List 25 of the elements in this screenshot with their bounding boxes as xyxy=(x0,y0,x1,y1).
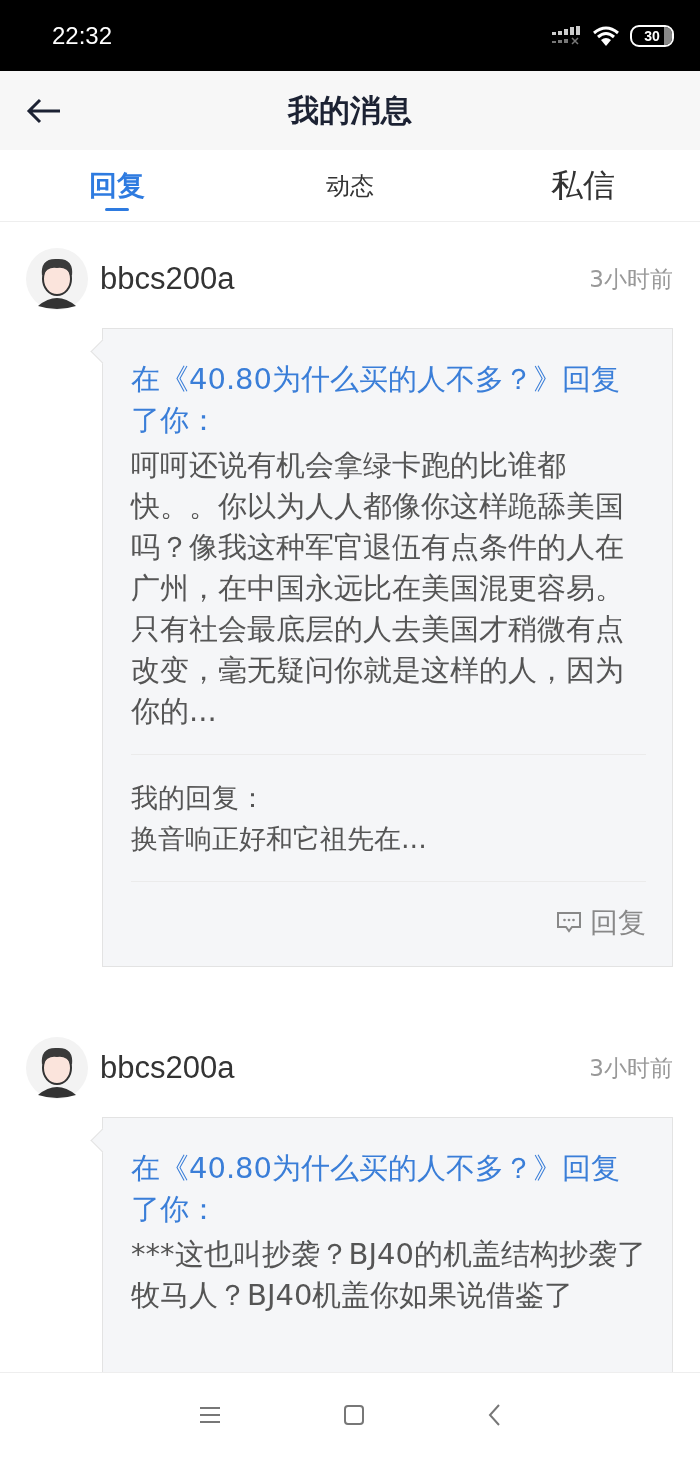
signal-icon xyxy=(552,25,582,46)
avatar[interactable] xyxy=(26,248,88,310)
comment-icon xyxy=(556,911,582,935)
username[interactable]: bbcs200a xyxy=(100,1050,578,1086)
clock: 22:32 xyxy=(52,21,113,50)
page-title: 我的消息 xyxy=(288,90,412,130)
timestamp: 3小时前 xyxy=(589,264,673,294)
username[interactable]: bbcs200a xyxy=(100,261,578,297)
tab[interactable]: 私信 xyxy=(466,150,700,221)
timestamp: 3小时前 xyxy=(589,1053,673,1083)
tab[interactable]: 动态 xyxy=(233,150,467,221)
menu-icon[interactable] xyxy=(199,1406,221,1424)
my-reply-label: 我的回复： xyxy=(131,781,267,815)
my-reply-text: 换音响正好和它祖先在... xyxy=(131,822,428,856)
back-button[interactable] xyxy=(26,97,62,125)
message-text: ***这也叫抄袭？BJ40的机盖结构抄袭了牧马人？BJ40机盖你如果说借鉴了 xyxy=(131,1236,646,1314)
tab[interactable]: 回复 xyxy=(0,150,234,221)
battery-icon: 30 xyxy=(630,24,674,47)
avatar[interactable] xyxy=(26,1037,88,1099)
home-icon[interactable] xyxy=(343,1404,365,1426)
message-text: 呵呵还说有机会拿绿卡跑的比谁都快。。你以为人人都像你这样跪舔美国吗？像我这种军官退伍有点条件的人在广州，在中国永远比在美国混更容易。只有社会最底层的人去美国才稍微有点改变，毫无疑问你就是这样的人，因为你的... xyxy=(131,447,625,730)
wifi-icon xyxy=(592,24,620,47)
reply-context-link[interactable]: 在《40.80为什么买的人不多？》回复了你： xyxy=(131,1148,646,1230)
reply-context-link[interactable]: 在《40.80为什么买的人不多？》回复了你： xyxy=(131,359,646,441)
back-icon[interactable] xyxy=(487,1403,501,1427)
